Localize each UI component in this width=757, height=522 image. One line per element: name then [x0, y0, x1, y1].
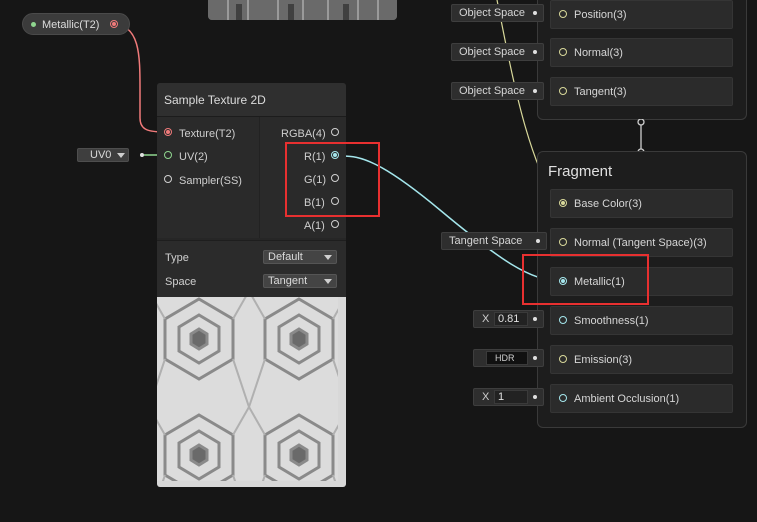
vertex-block-position[interactable]: Position(3) — [550, 0, 733, 29]
uv-channel-dropdown[interactable]: UV0 — [77, 148, 129, 162]
rgba-output-port[interactable] — [331, 128, 339, 136]
emission-port[interactable] — [559, 355, 567, 363]
stack-link-icon — [637, 119, 645, 155]
ao-value: 1 — [498, 391, 505, 403]
vertex-block-tangent[interactable]: Tangent(3) — [550, 77, 733, 106]
uv-value: UV0 — [90, 149, 112, 161]
normal-port[interactable] — [559, 48, 567, 56]
position-port[interactable] — [559, 10, 567, 18]
tangent-space-value: Object Space — [459, 85, 526, 97]
smoothness-value: 0.81 — [498, 313, 520, 325]
type-dropdown[interactable]: Default — [263, 250, 337, 264]
fragment-block-ambient-occlusion[interactable]: Ambient Occlusion(1) — [550, 384, 733, 413]
property-label: Metallic(T2) — [42, 19, 100, 31]
smoothness-port[interactable] — [559, 316, 567, 324]
emission-hdr-label: HDR — [495, 353, 515, 363]
normal-ts-label: Normal (Tangent Space)(3) — [574, 237, 707, 249]
normal-ts-space-tag[interactable]: Tangent Space — [441, 232, 547, 250]
smoothness-x-label: X — [482, 313, 490, 325]
a-output-port[interactable] — [331, 220, 339, 228]
a-output-label: A(1) — [304, 220, 325, 232]
position-label: Position(3) — [574, 9, 627, 21]
tangent-label: Tangent(3) — [574, 86, 627, 98]
normal-label: Normal(3) — [574, 47, 623, 59]
vertex-block-normal[interactable]: Normal(3) — [550, 38, 733, 67]
base-color-port[interactable] — [559, 199, 567, 207]
tangent-space-tag[interactable]: Object Space — [451, 82, 544, 100]
chevron-down-icon — [324, 279, 332, 284]
position-space-value: Object Space — [459, 7, 526, 19]
type-value: Default — [268, 251, 303, 263]
tangent-port[interactable] — [559, 87, 567, 95]
node-header[interactable]: Sample Texture 2D — [157, 83, 346, 117]
chevron-down-icon — [324, 255, 332, 260]
uv-input-port[interactable] — [164, 151, 172, 159]
smoothness-input[interactable]: 0.81 — [494, 312, 528, 326]
texture-input-port[interactable] — [164, 128, 172, 136]
sampler-input-port[interactable] — [164, 175, 172, 183]
uv-input-label: UV(2) — [179, 151, 208, 163]
emission-label: Emission(3) — [574, 354, 633, 366]
smoothness-label: Smoothness(1) — [574, 315, 649, 327]
normal-ts-port[interactable] — [559, 238, 567, 246]
ao-x-label: X — [482, 391, 490, 403]
sampler-input-label: Sampler(SS) — [179, 175, 242, 187]
fragment-block-normal[interactable]: Normal (Tangent Space)(3) — [550, 228, 733, 257]
type-label: Type — [165, 252, 189, 264]
position-space-tag[interactable]: Object Space — [451, 4, 544, 22]
base-color-label: Base Color(3) — [574, 198, 642, 210]
space-dropdown[interactable]: Tangent — [263, 274, 337, 288]
node-title: Sample Texture 2D — [164, 93, 266, 107]
normal-ts-space-value: Tangent Space — [449, 235, 523, 247]
node-settings: Type Default Space Tangent — [157, 240, 346, 297]
ambient-occlusion-port[interactable] — [559, 394, 567, 402]
normal-space-tag[interactable]: Object Space — [451, 43, 544, 61]
highlight-rgb-outputs — [285, 142, 380, 217]
normal-space-value: Object Space — [459, 46, 526, 58]
chevron-down-icon — [117, 153, 125, 158]
fragment-block-smoothness[interactable]: Smoothness(1) — [550, 306, 733, 335]
metallic-property-node[interactable]: Metallic(T2) — [22, 13, 130, 35]
texture-preview-thumbnail — [208, 0, 397, 20]
fragment-block-emission[interactable]: Emission(3) — [550, 345, 733, 374]
texture-input-label: Texture(T2) — [179, 128, 236, 140]
ambient-occlusion-label: Ambient Occlusion(1) — [574, 393, 680, 405]
highlight-metallic-input — [522, 254, 649, 305]
space-label: Space — [165, 276, 197, 288]
texture-preview — [157, 291, 346, 487]
ao-input[interactable]: 1 — [494, 390, 528, 404]
smoothness-value-field[interactable]: X 0.81 — [473, 310, 544, 328]
emission-value-field[interactable]: HDR — [473, 349, 544, 367]
property-output-port[interactable] — [110, 20, 118, 28]
vertex-stack: Position(3) Normal(3) Tangent(3) — [537, 0, 747, 120]
property-indicator — [31, 22, 36, 27]
emission-color-swatch[interactable]: HDR — [486, 351, 528, 365]
ambient-occlusion-value-field[interactable]: X 1 — [473, 388, 544, 406]
rgba-output-label: RGBA(4) — [281, 128, 326, 140]
fragment-block-base-color[interactable]: Base Color(3) — [550, 189, 733, 218]
uv-field-port — [140, 153, 144, 157]
fragment-title: Fragment — [548, 163, 613, 180]
space-value: Tangent — [268, 275, 308, 287]
